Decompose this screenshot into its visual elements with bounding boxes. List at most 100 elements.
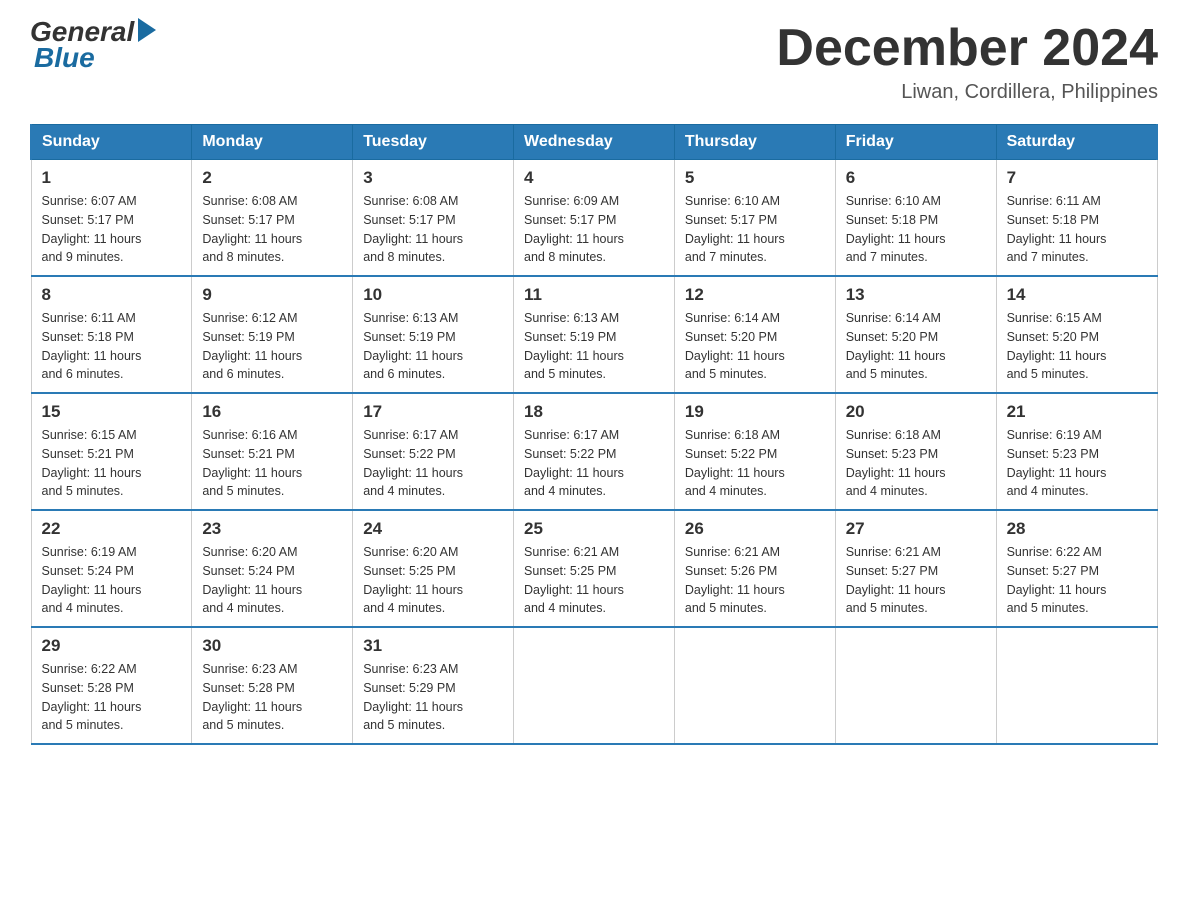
day-number: 7 [1007,168,1147,188]
day-info: Sunrise: 6:22 AMSunset: 5:27 PMDaylight:… [1007,543,1147,618]
col-header-wednesday: Wednesday [514,125,675,160]
title-section: December 2024 Liwan, Cordillera, Philipp… [776,20,1158,104]
day-number: 24 [363,519,503,539]
calendar-cell: 22Sunrise: 6:19 AMSunset: 5:24 PMDayligh… [31,510,192,627]
day-info: Sunrise: 6:18 AMSunset: 5:22 PMDaylight:… [685,426,825,501]
calendar-cell: 28Sunrise: 6:22 AMSunset: 5:27 PMDayligh… [996,510,1157,627]
day-info: Sunrise: 6:23 AMSunset: 5:28 PMDaylight:… [202,660,342,735]
calendar-cell: 21 Sunrise: 6:19 AMSunset: 5:23 PMDayligh… [996,393,1157,510]
day-info: Sunrise: 6:17 AMSunset: 5:22 PMDaylight:… [524,426,664,501]
day-info: Sunrise: 6:21 AMSunset: 5:27 PMDaylight:… [846,543,986,618]
col-header-tuesday: Tuesday [353,125,514,160]
day-number: 14 [1007,285,1147,305]
calendar-cell: 4Sunrise: 6:09 AMSunset: 5:17 PMDaylight… [514,160,675,277]
day-number: 26 [685,519,825,539]
calendar-cell [835,627,996,744]
day-info: Sunrise: 6:08 AMSunset: 5:17 PMDaylight:… [363,192,503,267]
day-number: 19 [685,402,825,422]
day-info: Sunrise: 6:10 AMSunset: 5:17 PMDaylight:… [685,192,825,267]
calendar-cell [996,627,1157,744]
month-year-title: December 2024 [776,20,1158,77]
day-info: Sunrise: 6:09 AMSunset: 5:17 PMDaylight:… [524,192,664,267]
day-info: Sunrise: 6:11 AMSunset: 5:18 PMDaylight:… [1007,192,1147,267]
day-number: 30 [202,636,342,656]
col-header-monday: Monday [192,125,353,160]
day-info: Sunrise: 6:13 AMSunset: 5:19 PMDaylight:… [363,309,503,384]
calendar-cell [674,627,835,744]
calendar-cell: 16 Sunrise: 6:16 AMSunset: 5:21 PMDayligh… [192,393,353,510]
calendar-cell: 17Sunrise: 6:17 AMSunset: 5:22 PMDayligh… [353,393,514,510]
day-info: Sunrise: 6:14 AMSunset: 5:20 PMDaylight:… [685,309,825,384]
calendar-cell: 18 Sunrise: 6:17 AMSunset: 5:22 PMDayligh… [514,393,675,510]
location-subtitle: Liwan, Cordillera, Philippines [776,81,1158,104]
day-number: 16 [202,402,342,422]
day-info: Sunrise: 6:16 AMSunset: 5:21 PMDaylight:… [202,426,342,501]
day-number: 10 [363,285,503,305]
calendar-cell: 2Sunrise: 6:08 AMSunset: 5:17 PMDaylight… [192,160,353,277]
day-info: Sunrise: 6:07 AMSunset: 5:17 PMDaylight:… [42,192,182,267]
calendar-cell: 27 Sunrise: 6:21 AMSunset: 5:27 PMDayligh… [835,510,996,627]
day-number: 27 [846,519,986,539]
day-info: Sunrise: 6:19 AMSunset: 5:23 PMDaylight:… [1007,426,1147,501]
day-info: Sunrise: 6:20 AMSunset: 5:25 PMDaylight:… [363,543,503,618]
calendar-cell: 29 Sunrise: 6:22 AMSunset: 5:28 PMDayligh… [31,627,192,744]
day-number: 29 [42,636,182,656]
calendar-cell: 7 Sunrise: 6:11 AMSunset: 5:18 PMDaylight… [996,160,1157,277]
logo-blue-text: Blue [34,42,95,74]
week-row-1: 1 Sunrise: 6:07 AMSunset: 5:17 PMDaylight… [31,160,1157,277]
day-number: 12 [685,285,825,305]
day-info: Sunrise: 6:21 AMSunset: 5:26 PMDaylight:… [685,543,825,618]
calendar-cell: 13 Sunrise: 6:14 AMSunset: 5:20 PMDayligh… [835,276,996,393]
week-row-4: 22Sunrise: 6:19 AMSunset: 5:24 PMDayligh… [31,510,1157,627]
calendar-cell [514,627,675,744]
day-number: 25 [524,519,664,539]
calendar-cell: 14 Sunrise: 6:15 AMSunset: 5:20 PMDayligh… [996,276,1157,393]
day-number: 23 [202,519,342,539]
col-header-sunday: Sunday [31,125,192,160]
calendar-cell: 23 Sunrise: 6:20 AMSunset: 5:24 PMDayligh… [192,510,353,627]
calendar-cell: 11 Sunrise: 6:13 AMSunset: 5:19 PMDayligh… [514,276,675,393]
day-info: Sunrise: 6:20 AMSunset: 5:24 PMDaylight:… [202,543,342,618]
calendar-cell: 12 Sunrise: 6:14 AMSunset: 5:20 PMDayligh… [674,276,835,393]
day-info: Sunrise: 6:12 AMSunset: 5:19 PMDaylight:… [202,309,342,384]
day-number: 15 [42,402,182,422]
day-number: 3 [363,168,503,188]
day-number: 18 [524,402,664,422]
day-number: 21 [1007,402,1147,422]
day-info: Sunrise: 6:19 AMSunset: 5:24 PMDaylight:… [42,543,182,618]
day-number: 11 [524,285,664,305]
day-info: Sunrise: 6:22 AMSunset: 5:28 PMDaylight:… [42,660,182,735]
calendar-table: SundayMondayTuesdayWednesdayThursdayFrid… [30,124,1158,745]
day-info: Sunrise: 6:14 AMSunset: 5:20 PMDaylight:… [846,309,986,384]
calendar-cell: 15 Sunrise: 6:15 AMSunset: 5:21 PMDayligh… [31,393,192,510]
day-number: 13 [846,285,986,305]
day-info: Sunrise: 6:21 AMSunset: 5:25 PMDaylight:… [524,543,664,618]
calendar-cell: 9 Sunrise: 6:12 AMSunset: 5:19 PMDaylight… [192,276,353,393]
logo-arrow-icon [138,18,156,42]
day-info: Sunrise: 6:13 AMSunset: 5:19 PMDaylight:… [524,309,664,384]
week-row-3: 15 Sunrise: 6:15 AMSunset: 5:21 PMDayligh… [31,393,1157,510]
calendar-cell: 6Sunrise: 6:10 AMSunset: 5:18 PMDaylight… [835,160,996,277]
col-header-friday: Friday [835,125,996,160]
day-number: 2 [202,168,342,188]
day-info: Sunrise: 6:15 AMSunset: 5:20 PMDaylight:… [1007,309,1147,384]
week-row-2: 8Sunrise: 6:11 AMSunset: 5:18 PMDaylight… [31,276,1157,393]
day-info: Sunrise: 6:23 AMSunset: 5:29 PMDaylight:… [363,660,503,735]
calendar-cell: 31Sunrise: 6:23 AMSunset: 5:29 PMDayligh… [353,627,514,744]
day-number: 9 [202,285,342,305]
day-number: 1 [42,168,182,188]
calendar-cell: 1 Sunrise: 6:07 AMSunset: 5:17 PMDaylight… [31,160,192,277]
day-info: Sunrise: 6:18 AMSunset: 5:23 PMDaylight:… [846,426,986,501]
calendar-cell: 5 Sunrise: 6:10 AMSunset: 5:17 PMDaylight… [674,160,835,277]
calendar-cell: 30 Sunrise: 6:23 AMSunset: 5:28 PMDayligh… [192,627,353,744]
day-info: Sunrise: 6:15 AMSunset: 5:21 PMDaylight:… [42,426,182,501]
day-number: 5 [685,168,825,188]
calendar-cell: 3 Sunrise: 6:08 AMSunset: 5:17 PMDaylight… [353,160,514,277]
col-header-saturday: Saturday [996,125,1157,160]
calendar-cell: 25 Sunrise: 6:21 AMSunset: 5:25 PMDayligh… [514,510,675,627]
calendar-cell: 20 Sunrise: 6:18 AMSunset: 5:23 PMDayligh… [835,393,996,510]
day-info: Sunrise: 6:17 AMSunset: 5:22 PMDaylight:… [363,426,503,501]
day-number: 20 [846,402,986,422]
day-info: Sunrise: 6:11 AMSunset: 5:18 PMDaylight:… [42,309,182,384]
day-info: Sunrise: 6:10 AMSunset: 5:18 PMDaylight:… [846,192,986,267]
